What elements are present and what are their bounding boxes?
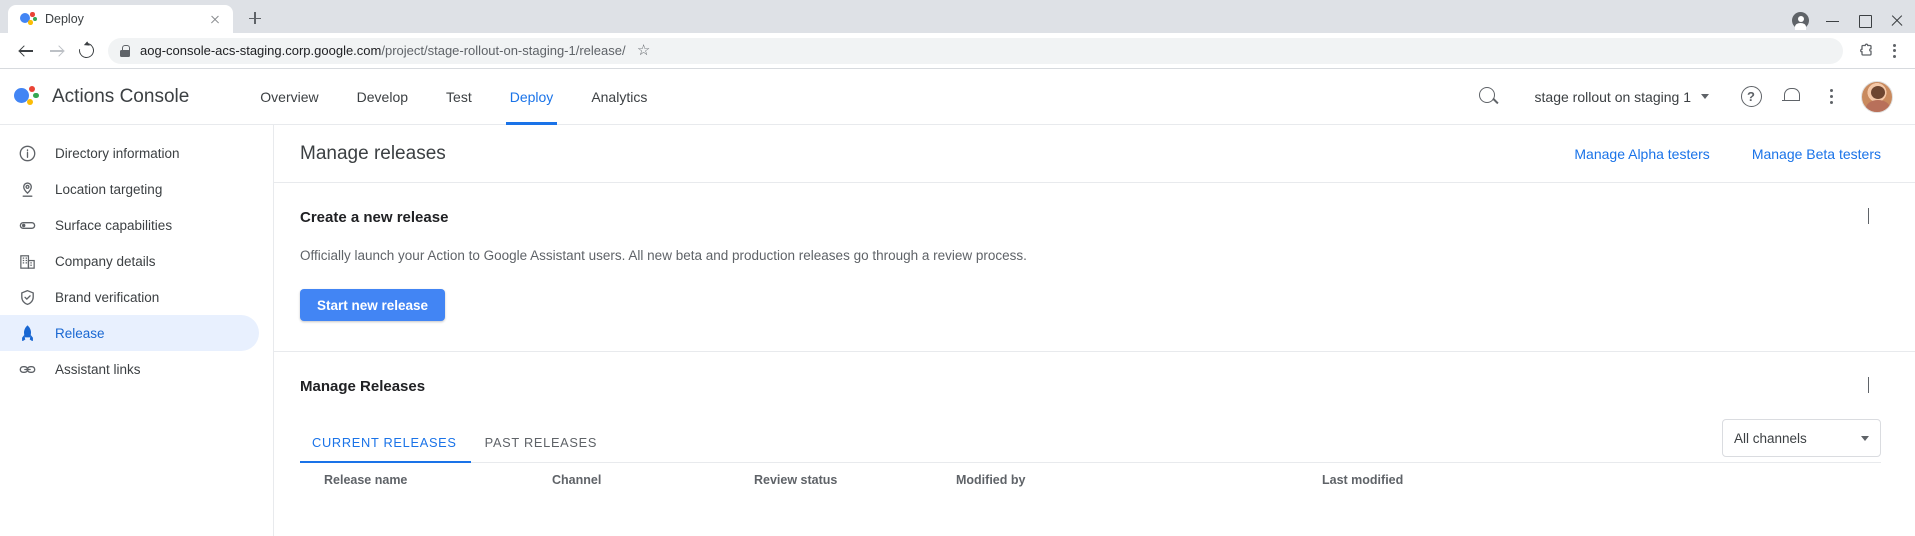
browser-toolbar: aog-console-acs-staging.corp.google.com/…	[0, 33, 1915, 69]
link-icon	[18, 360, 37, 379]
sidebar-item-label: Release	[55, 326, 105, 341]
nav-tab-overview[interactable]: Overview	[241, 69, 337, 125]
sidebar-item-label: Surface capabilities	[55, 218, 172, 233]
release-tabs: CURRENT RELEASES PAST RELEASES All chann…	[300, 419, 1881, 463]
nav-tab-test[interactable]: Test	[427, 69, 491, 125]
avatar[interactable]	[1861, 81, 1893, 113]
nav-tab-develop[interactable]: Develop	[338, 69, 427, 125]
more-vert-icon	[1822, 87, 1840, 107]
project-selector[interactable]: stage rollout on staging 1	[1523, 89, 1721, 105]
browser-tab-title: Deploy	[45, 12, 198, 26]
notifications-button[interactable]	[1771, 77, 1811, 117]
browser-tab[interactable]: Deploy	[8, 5, 233, 33]
main-header: Manage releases Manage Alpha testers Man…	[274, 125, 1915, 183]
app-title: Actions Console	[52, 86, 189, 108]
main-content: Manage releases Manage Alpha testers Man…	[274, 125, 1915, 536]
column-header-last-modified: Last modified	[1322, 473, 1881, 487]
collapse-manage-releases-button[interactable]	[1863, 378, 1885, 400]
minimize-icon[interactable]	[1825, 13, 1841, 29]
window-controls	[1792, 12, 1905, 29]
sidebar-item-label: Location targeting	[55, 182, 162, 197]
rocket-icon	[18, 324, 37, 343]
create-release-card: Create a new release Officially launch y…	[274, 183, 1915, 352]
manage-beta-testers-link[interactable]: Manage Beta testers	[1752, 146, 1881, 162]
sidebar: Directory information Location targeting…	[0, 125, 274, 536]
address-bar[interactable]: aog-console-acs-staging.corp.google.com/…	[108, 38, 1843, 64]
new-tab-button[interactable]	[241, 4, 269, 32]
reload-icon	[76, 40, 97, 61]
device-icon	[18, 216, 37, 235]
bell-icon	[1782, 87, 1800, 106]
location-pin-icon	[18, 180, 37, 199]
sidebar-item-release[interactable]: Release	[0, 315, 259, 351]
assistant-logo-icon	[20, 11, 36, 27]
tab-past-releases[interactable]: PAST RELEASES	[471, 435, 611, 463]
sidebar-item-directory-information[interactable]: Directory information	[0, 135, 259, 171]
releases-table-header: Release name Channel Review status Modif…	[300, 462, 1881, 496]
header-link-group: Manage Alpha testers Manage Beta testers	[1574, 146, 1881, 162]
start-new-release-button[interactable]: Start new release	[300, 289, 445, 321]
header-actions: stage rollout on staging 1 ?	[1469, 77, 1893, 117]
page-title: Manage releases	[300, 143, 446, 165]
chevron-down-icon	[1861, 436, 1869, 441]
manage-alpha-testers-link[interactable]: Manage Alpha testers	[1574, 146, 1709, 162]
search-icon	[1479, 87, 1498, 106]
maximize-icon[interactable]	[1857, 13, 1873, 29]
close-icon[interactable]	[207, 11, 223, 27]
star-icon[interactable]: ☆	[636, 43, 652, 59]
browser-tabstrip: Deploy	[0, 0, 1915, 33]
app-header: Actions Console Overview Develop Test De…	[0, 69, 1915, 125]
help-button[interactable]: ?	[1731, 77, 1771, 117]
lock-icon	[120, 45, 130, 57]
help-icon: ?	[1741, 86, 1762, 107]
more-options-button[interactable]	[1811, 77, 1851, 117]
chevron-down-icon	[1701, 94, 1709, 99]
forward-arrow-icon	[49, 43, 64, 58]
chevron-up-icon	[1868, 377, 1869, 393]
sidebar-item-label: Brand verification	[55, 290, 159, 305]
manage-releases-section: Manage Releases CURRENT RELEASES PAST RE…	[274, 352, 1915, 496]
page-body: Directory information Location targeting…	[0, 125, 1915, 536]
url-path: /project/stage-rollout-on-staging-1/rele…	[381, 43, 625, 58]
sidebar-item-label: Company details	[55, 254, 156, 269]
sidebar-item-label: Directory information	[55, 146, 180, 161]
column-header-modified-by: Modified by	[956, 473, 1322, 487]
extensions-icon[interactable]	[1857, 43, 1875, 59]
channel-filter-value: All channels	[1734, 431, 1807, 446]
channel-filter-select[interactable]: All channels	[1722, 419, 1881, 457]
create-release-description: Officially launch your Action to Google …	[300, 248, 1881, 263]
back-arrow-icon	[19, 43, 34, 58]
reload-button[interactable]	[72, 37, 100, 65]
profile-icon[interactable]	[1792, 12, 1809, 29]
window-close-icon[interactable]	[1889, 13, 1905, 29]
nav-tab-analytics[interactable]: Analytics	[572, 69, 666, 125]
info-icon	[18, 144, 37, 163]
tab-current-releases[interactable]: CURRENT RELEASES	[300, 435, 471, 463]
sidebar-item-surface-capabilities[interactable]: Surface capabilities	[0, 207, 259, 243]
sidebar-item-brand-verification[interactable]: Brand verification	[0, 279, 259, 315]
forward-button[interactable]	[42, 37, 70, 65]
url-host: aog-console-acs-staging.corp.google.com	[140, 43, 381, 58]
project-name: stage rollout on staging 1	[1535, 89, 1691, 105]
google-assistant-logo-icon	[14, 84, 40, 110]
sidebar-item-assistant-links[interactable]: Assistant links	[0, 351, 259, 387]
shield-check-icon	[18, 288, 37, 307]
sidebar-item-company-details[interactable]: Company details	[0, 243, 259, 279]
nav-tab-deploy[interactable]: Deploy	[491, 69, 573, 125]
back-button[interactable]	[12, 37, 40, 65]
create-release-title: Create a new release	[300, 209, 1881, 226]
column-header-channel: Channel	[552, 473, 754, 487]
sidebar-item-location-targeting[interactable]: Location targeting	[0, 171, 259, 207]
manage-releases-title: Manage Releases	[300, 378, 1881, 395]
chrome-menu-icon[interactable]	[1885, 41, 1903, 61]
url-text: aog-console-acs-staging.corp.google.com/…	[140, 43, 626, 58]
column-header-review-status: Review status	[754, 473, 956, 487]
collapse-create-release-button[interactable]	[1863, 209, 1885, 231]
chevron-up-icon	[1868, 208, 1869, 224]
column-header-release-name: Release name	[300, 473, 552, 487]
search-button[interactable]	[1469, 77, 1509, 117]
building-icon	[18, 252, 37, 271]
primary-nav: Overview Develop Test Deploy Analytics	[241, 69, 666, 125]
sidebar-item-label: Assistant links	[55, 362, 141, 377]
